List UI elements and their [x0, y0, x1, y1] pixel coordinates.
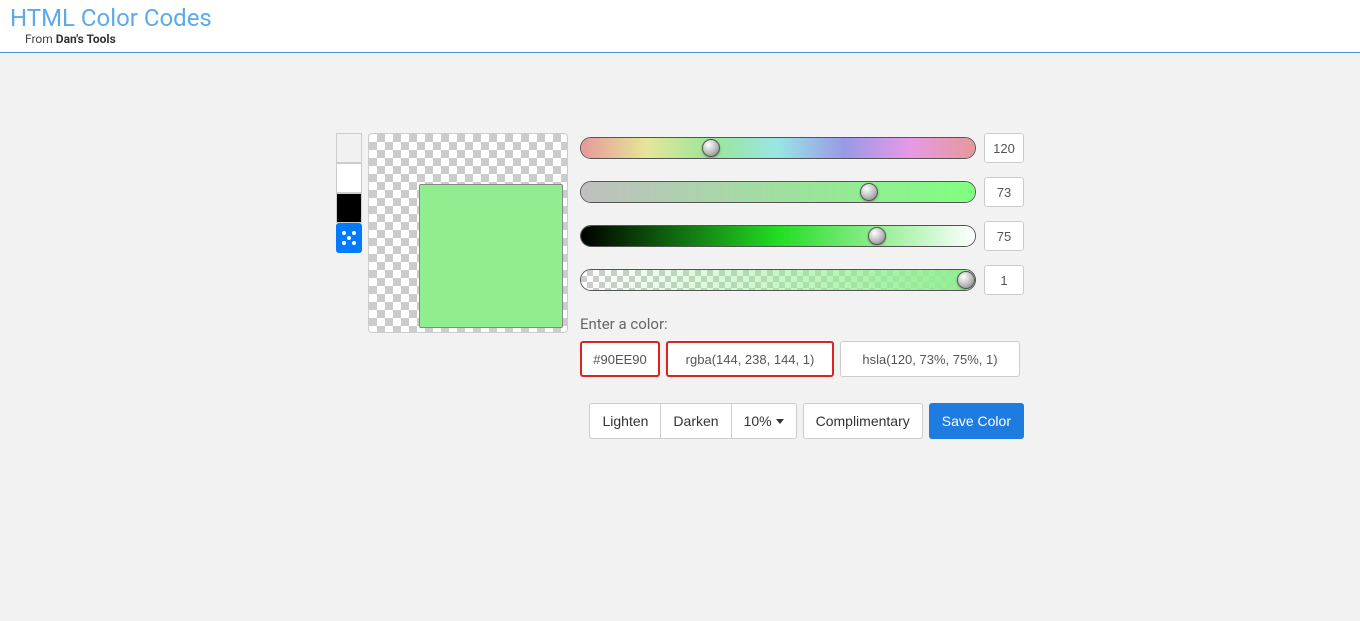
- dice-icon: [340, 229, 358, 247]
- enter-color-label: Enter a color:: [580, 315, 1024, 333]
- hsla-input[interactable]: [840, 341, 1020, 377]
- complimentary-button[interactable]: Complimentary: [803, 403, 923, 439]
- saturation-value-input[interactable]: [984, 177, 1024, 207]
- hue-slider[interactable]: [580, 137, 976, 159]
- left-column: [336, 133, 568, 439]
- action-buttons: Lighten Darken 10% Complimentary Save Co…: [580, 403, 1024, 439]
- saturation-slider[interactable]: [580, 181, 976, 203]
- color-preview[interactable]: [368, 133, 568, 333]
- color-input-row: [580, 341, 1024, 377]
- history-item[interactable]: [336, 163, 362, 193]
- color-history: [336, 133, 362, 439]
- main-area: Enter a color: Lighten Darken 10% Compli…: [0, 53, 1360, 439]
- lightness-slider[interactable]: [580, 225, 976, 247]
- random-color-button[interactable]: [336, 223, 362, 253]
- hue-slider-handle[interactable]: [702, 139, 720, 157]
- hue-slider-row: [580, 133, 1024, 163]
- lightness-slider-handle[interactable]: [868, 227, 886, 245]
- color-preview-inner: [419, 184, 563, 328]
- alpha-slider-row: [580, 265, 1024, 295]
- page-header: HTML Color Codes From Dan's Tools: [0, 0, 1360, 53]
- alpha-slider[interactable]: [580, 269, 976, 291]
- rgba-input[interactable]: [666, 341, 834, 377]
- lighten-button[interactable]: Lighten: [589, 403, 661, 439]
- saturation-slider-row: [580, 177, 1024, 207]
- right-column: Enter a color: Lighten Darken 10% Compli…: [580, 133, 1024, 439]
- alpha-value-input[interactable]: [984, 265, 1024, 295]
- saturation-slider-handle[interactable]: [860, 183, 878, 201]
- step-dropdown[interactable]: 10%: [731, 403, 797, 439]
- lightness-value-input[interactable]: [984, 221, 1024, 251]
- hex-input[interactable]: [580, 341, 660, 377]
- darken-button[interactable]: Darken: [660, 403, 731, 439]
- history-item[interactable]: [336, 193, 362, 223]
- hue-value-input[interactable]: [984, 133, 1024, 163]
- history-item[interactable]: [336, 133, 362, 163]
- adjust-group: Lighten Darken 10%: [589, 403, 796, 439]
- color-picker: Enter a color: Lighten Darken 10% Compli…: [336, 133, 1024, 439]
- save-color-button[interactable]: Save Color: [929, 403, 1024, 439]
- alpha-slider-handle[interactable]: [957, 271, 975, 289]
- lightness-slider-row: [580, 221, 1024, 251]
- caret-down-icon: [776, 419, 784, 424]
- page-subtitle: From Dan's Tools: [10, 32, 1350, 46]
- page-title[interactable]: HTML Color Codes: [10, 4, 1350, 32]
